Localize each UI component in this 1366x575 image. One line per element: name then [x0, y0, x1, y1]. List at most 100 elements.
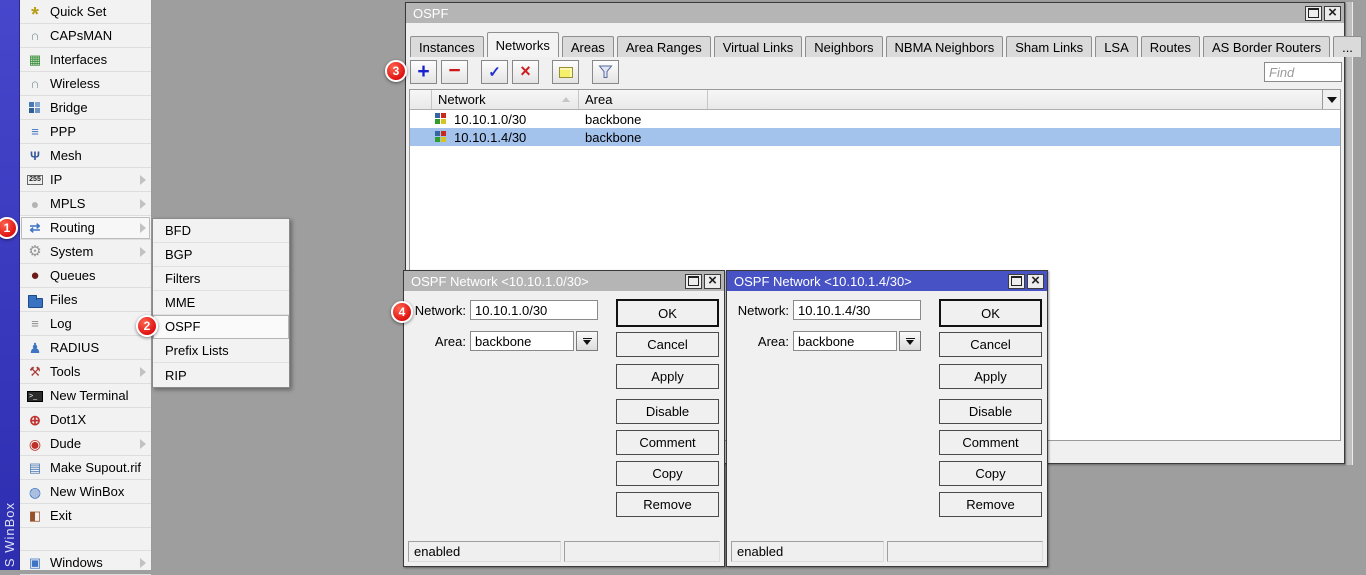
tab-area-ranges[interactable]: Area Ranges	[617, 36, 711, 57]
remove-button[interactable]: Remove	[939, 492, 1042, 517]
tab-more[interactable]: ...	[1333, 36, 1362, 57]
sidebar-item-dude[interactable]: Dude	[20, 432, 151, 456]
sidebar-item-make-supout[interactable]: Make Supout.rif	[20, 456, 151, 480]
maximize-icon[interactable]	[685, 274, 702, 289]
submenu-arrow-icon	[140, 367, 146, 377]
disable-button[interactable]: ×	[512, 60, 539, 84]
enable-button[interactable]: ✓	[481, 60, 508, 84]
cancel-button[interactable]: Cancel	[939, 332, 1042, 357]
area-dropdown-button[interactable]	[899, 331, 921, 351]
sidebar-item-wireless[interactable]: Wireless	[20, 72, 151, 96]
queues-icon	[27, 268, 43, 284]
filter-funnel-icon	[598, 65, 613, 79]
comment-button[interactable]	[552, 60, 579, 84]
cancel-button[interactable]: Cancel	[616, 332, 719, 357]
table-row[interactable]: 10.10.1.0/30 backbone	[410, 110, 1340, 128]
tab-virtual-links[interactable]: Virtual Links	[714, 36, 803, 57]
header-cell-rest	[708, 90, 1340, 109]
ip-icon: 255	[27, 172, 43, 188]
sidebar-item-capsman[interactable]: CAPsMAN	[20, 24, 151, 48]
header-cell-network[interactable]: Network	[432, 90, 579, 109]
status-extra	[887, 541, 1043, 562]
tab-areas[interactable]: Areas	[562, 36, 614, 57]
tab-instances[interactable]: Instances	[410, 36, 484, 57]
tab-as-border-routers[interactable]: AS Border Routers	[1203, 36, 1330, 57]
remove-button[interactable]: Remove	[616, 492, 719, 517]
tab-nbma-neighbors[interactable]: NBMA Neighbors	[886, 36, 1004, 57]
submenu-item-mme[interactable]: MME	[153, 291, 289, 315]
apply-button[interactable]: Apply	[616, 364, 719, 389]
table-header: Network Area	[410, 90, 1340, 110]
winbox-globe-icon	[27, 484, 43, 500]
status-enabled: enabled	[408, 541, 561, 562]
area-dropdown-button[interactable]	[576, 331, 598, 351]
sidebar-item-system[interactable]: System	[20, 240, 151, 264]
comment-button[interactable]: Comment	[939, 430, 1042, 455]
submenu-item-bgp[interactable]: BGP	[153, 243, 289, 267]
submenu-item-filters[interactable]: Filters	[153, 267, 289, 291]
close-icon[interactable]	[1324, 6, 1341, 21]
sidebar-item-dot1x[interactable]: Dot1X	[20, 408, 151, 432]
submenu-item-bfd[interactable]: BFD	[153, 219, 289, 243]
sidebar-item-tools[interactable]: Tools	[20, 360, 151, 384]
dialog1-titlebar[interactable]: OSPF Network <10.10.1.0/30>	[404, 271, 724, 291]
column-select-dropdown[interactable]	[1322, 90, 1340, 109]
sidebar-item-windows[interactable]: Windows	[20, 551, 151, 575]
sidebar-item-mpls[interactable]: MPLS	[20, 192, 151, 216]
tab-lsa[interactable]: LSA	[1095, 36, 1138, 57]
area-input[interactable]	[470, 331, 574, 351]
sidebar-item-new-winbox[interactable]: New WinBox	[20, 480, 151, 504]
add-button[interactable]: +	[410, 60, 437, 84]
ospf-window-titlebar[interactable]: OSPF	[406, 3, 1344, 23]
sidebar-item-quick-set[interactable]: Quick Set	[20, 0, 151, 24]
sidebar-item-log[interactable]: Log	[20, 312, 151, 336]
close-icon[interactable]	[1027, 274, 1044, 289]
maximize-icon[interactable]	[1008, 274, 1025, 289]
ppp-icon	[27, 124, 43, 140]
copy-button[interactable]: Copy	[939, 461, 1042, 486]
submenu-item-prefix-lists[interactable]: Prefix Lists	[153, 339, 289, 363]
ok-button[interactable]: OK	[939, 299, 1042, 327]
sidebar-item-radius[interactable]: RADIUS	[20, 336, 151, 360]
dialog2-titlebar[interactable]: OSPF Network <10.10.1.4/30>	[727, 271, 1047, 291]
remove-button[interactable]: −	[441, 60, 468, 84]
tools-wrench-icon	[27, 364, 43, 380]
table-row-selected[interactable]: 10.10.1.4/30 backbone	[410, 128, 1340, 146]
maximize-icon[interactable]	[1305, 6, 1322, 21]
network-input[interactable]	[470, 300, 598, 320]
area-input[interactable]	[793, 331, 897, 351]
apply-button[interactable]: Apply	[939, 364, 1042, 389]
tab-neighbors[interactable]: Neighbors	[805, 36, 882, 57]
sidebar-item-routing[interactable]: Routing	[20, 216, 151, 240]
sidebar-item-ppp[interactable]: PPP	[20, 120, 151, 144]
ok-button[interactable]: OK	[616, 299, 719, 327]
dialog2-title: OSPF Network <10.10.1.4/30>	[734, 274, 912, 289]
ospf-tab-bar: Instances Networks Areas Area Ranges Vir…	[410, 32, 1365, 57]
tab-routes[interactable]: Routes	[1141, 36, 1200, 57]
ospf-network-icon	[435, 131, 447, 143]
sidebar-item-interfaces[interactable]: Interfaces	[20, 48, 151, 72]
copy-button[interactable]: Copy	[616, 461, 719, 486]
submenu-arrow-icon	[140, 223, 146, 233]
submenu-item-rip[interactable]: RIP	[153, 363, 289, 387]
sidebar-item-new-terminal[interactable]: New Terminal	[20, 384, 151, 408]
disable-button[interactable]: Disable	[939, 399, 1042, 424]
sidebar-item-queues[interactable]: Queues	[20, 264, 151, 288]
comment-button[interactable]: Comment	[616, 430, 719, 455]
sidebar-item-files[interactable]: Files	[20, 288, 151, 312]
header-cell-area[interactable]: Area	[579, 90, 708, 109]
dot1x-icon	[27, 412, 43, 428]
mpls-icon	[27, 196, 43, 212]
sidebar-item-bridge[interactable]: Bridge	[20, 96, 151, 120]
sidebar-item-ip[interactable]: 255 IP	[20, 168, 151, 192]
disable-button[interactable]: Disable	[616, 399, 719, 424]
sidebar-item-exit[interactable]: Exit	[20, 504, 151, 528]
tab-sham-links[interactable]: Sham Links	[1006, 36, 1092, 57]
tab-networks[interactable]: Networks	[487, 32, 559, 57]
filter-button[interactable]	[592, 60, 619, 84]
sidebar-item-mesh[interactable]: Mesh	[20, 144, 151, 168]
close-icon[interactable]	[704, 274, 721, 289]
network-input[interactable]	[793, 300, 921, 320]
submenu-item-ospf[interactable]: OSPF	[153, 315, 289, 339]
find-input[interactable]	[1264, 62, 1342, 82]
